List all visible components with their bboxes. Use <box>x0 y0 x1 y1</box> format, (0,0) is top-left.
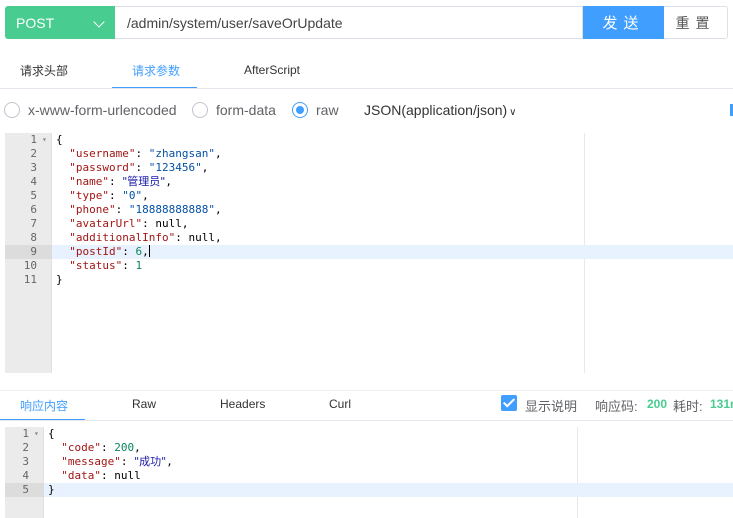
code-line[interactable]: 5 "type": "0", <box>5 189 733 203</box>
response-tabs-divider <box>0 420 733 421</box>
code-text: "status": 1 <box>69 259 143 272</box>
code-text: "avatarUrl": null, <box>69 217 189 230</box>
code-line[interactable]: 7 "avatarUrl": null, <box>5 217 733 231</box>
response-header: 响应内容 Raw Headers Curl 显示说明 响应码: 200 耗时: … <box>0 390 733 418</box>
code-text: "phone": "18888888888", <box>69 203 222 216</box>
show-desc-label: 显示说明 <box>525 399 578 414</box>
line-number: 3 <box>22 455 29 468</box>
request-body-editor[interactable]: 1 ▾{2 "username": "zhangsan", 3 "password"… <box>5 133 733 373</box>
request-bar: POST /admin/system/user/saveOrUpdate 发送 … <box>5 6 728 39</box>
chevron-down-icon: ∨ <box>509 107 517 118</box>
line-number: 11 <box>23 273 37 286</box>
code-line[interactable]: 1 ▾ { <box>5 427 733 441</box>
body-type-group: x-www-form-urlencoded form-data raw JSON… <box>0 97 733 123</box>
code-line[interactable]: 5} <box>5 483 733 497</box>
elapsed-time-label: 耗时: <box>673 399 703 414</box>
code-text: "username": "zhangsan", <box>69 147 222 160</box>
line-number: 10 <box>23 259 37 272</box>
code-text: "message": "成功", <box>61 455 173 468</box>
line-number: 1 <box>30 133 37 146</box>
radio-label-form-data: form-data <box>216 102 276 118</box>
code-text: "postId": 6, <box>69 245 150 258</box>
tab-afterscript[interactable]: AfterScript <box>244 63 300 77</box>
line-number: 9 <box>30 245 37 258</box>
code-text: "password": "123456", <box>69 161 209 174</box>
code-line[interactable]: 3 "password": "123456", <box>5 161 733 175</box>
tab-headers[interactable]: Headers <box>220 397 265 411</box>
line-number: 6 <box>30 203 37 216</box>
code-line[interactable]: 3 "message": "成功", <box>5 455 733 469</box>
tab-response-content[interactable]: 响应内容 <box>20 397 68 414</box>
radio-x-www-form-urlencoded[interactable] <box>4 102 20 118</box>
tabs-divider <box>0 88 733 89</box>
code-text: { <box>56 133 63 146</box>
elapsed-time-value: 131ms <box>710 397 733 411</box>
line-number: 2 <box>30 147 37 160</box>
tab-curl[interactable]: Curl <box>329 397 351 411</box>
content-type-select[interactable]: JSON(application/json) ∨ <box>364 102 517 118</box>
code-text: "name": "管理员", <box>69 175 172 188</box>
response-body-editor[interactable]: 1 ▾{2 "code": 200, 3 "message": "成功", 4 "da… <box>5 427 733 518</box>
line-number: 8 <box>30 231 37 244</box>
code-line[interactable]: 2 "username": "zhangsan", <box>5 147 733 161</box>
status-code-label: 响应码: <box>595 399 638 414</box>
line-number: 4 <box>30 175 37 188</box>
send-button[interactable]: 发送 <box>583 6 664 39</box>
tab-request-params[interactable]: 请求参数 <box>132 62 180 79</box>
code-text: } <box>56 273 63 286</box>
code-text: } <box>48 483 55 496</box>
url-input[interactable]: /admin/system/user/saveOrUpdate <box>115 6 583 39</box>
code-line[interactable]: 10 "status": 1 <box>5 259 733 273</box>
fold-toggle-icon[interactable]: ▾ <box>42 133 47 147</box>
method-select[interactable]: POST <box>5 6 115 39</box>
tab-raw[interactable]: Raw <box>132 397 156 411</box>
code-line[interactable]: 11} <box>5 273 733 287</box>
status-code-value: 200 <box>647 397 668 411</box>
code-text: "type": "0", <box>69 189 149 202</box>
radio-label-raw: raw <box>316 102 339 118</box>
radio-form-data[interactable] <box>192 102 208 118</box>
line-number: 4 <box>22 469 29 482</box>
line-number: 7 <box>30 217 37 230</box>
request-tabs: 请求头部 请求参数 AfterScript <box>0 55 733 85</box>
radio-label-urlencoded: x-www-form-urlencoded <box>28 102 177 118</box>
code-line[interactable]: 6 "phone": "18888888888", <box>5 203 733 217</box>
content-type-label: JSON(application/json) <box>364 102 508 118</box>
reset-button[interactable]: 重置 <box>664 6 728 39</box>
code-line[interactable]: 8 "additionalInfo": null, <box>5 231 733 245</box>
code-text: "additionalInfo": null, <box>69 231 222 244</box>
code-text: "data": null <box>61 469 141 482</box>
code-line[interactable]: 2 "code": 200, <box>5 441 733 455</box>
line-number: 1 <box>22 427 29 440</box>
tab-request-headers[interactable]: 请求头部 <box>20 62 68 79</box>
code-text: { <box>48 427 55 440</box>
show-desc-checkbox[interactable] <box>501 395 517 411</box>
method-label: POST <box>16 14 55 31</box>
code-line[interactable]: 4 "name": "管理员", <box>5 175 733 189</box>
code-line[interactable]: 1 ▾ { <box>5 133 733 147</box>
fold-toggle-icon[interactable]: ▾ <box>34 427 39 441</box>
line-number: 5 <box>22 483 29 496</box>
line-number: 5 <box>30 189 37 202</box>
radio-raw[interactable] <box>292 102 308 118</box>
code-text: "code": 200, <box>61 441 141 454</box>
code-line[interactable]: 9 "postId": 6, <box>5 245 733 259</box>
line-number: 2 <box>22 441 29 454</box>
line-number: 3 <box>30 161 37 174</box>
code-line[interactable]: 4 "data": null <box>5 469 733 483</box>
chevron-down-icon <box>93 16 105 28</box>
